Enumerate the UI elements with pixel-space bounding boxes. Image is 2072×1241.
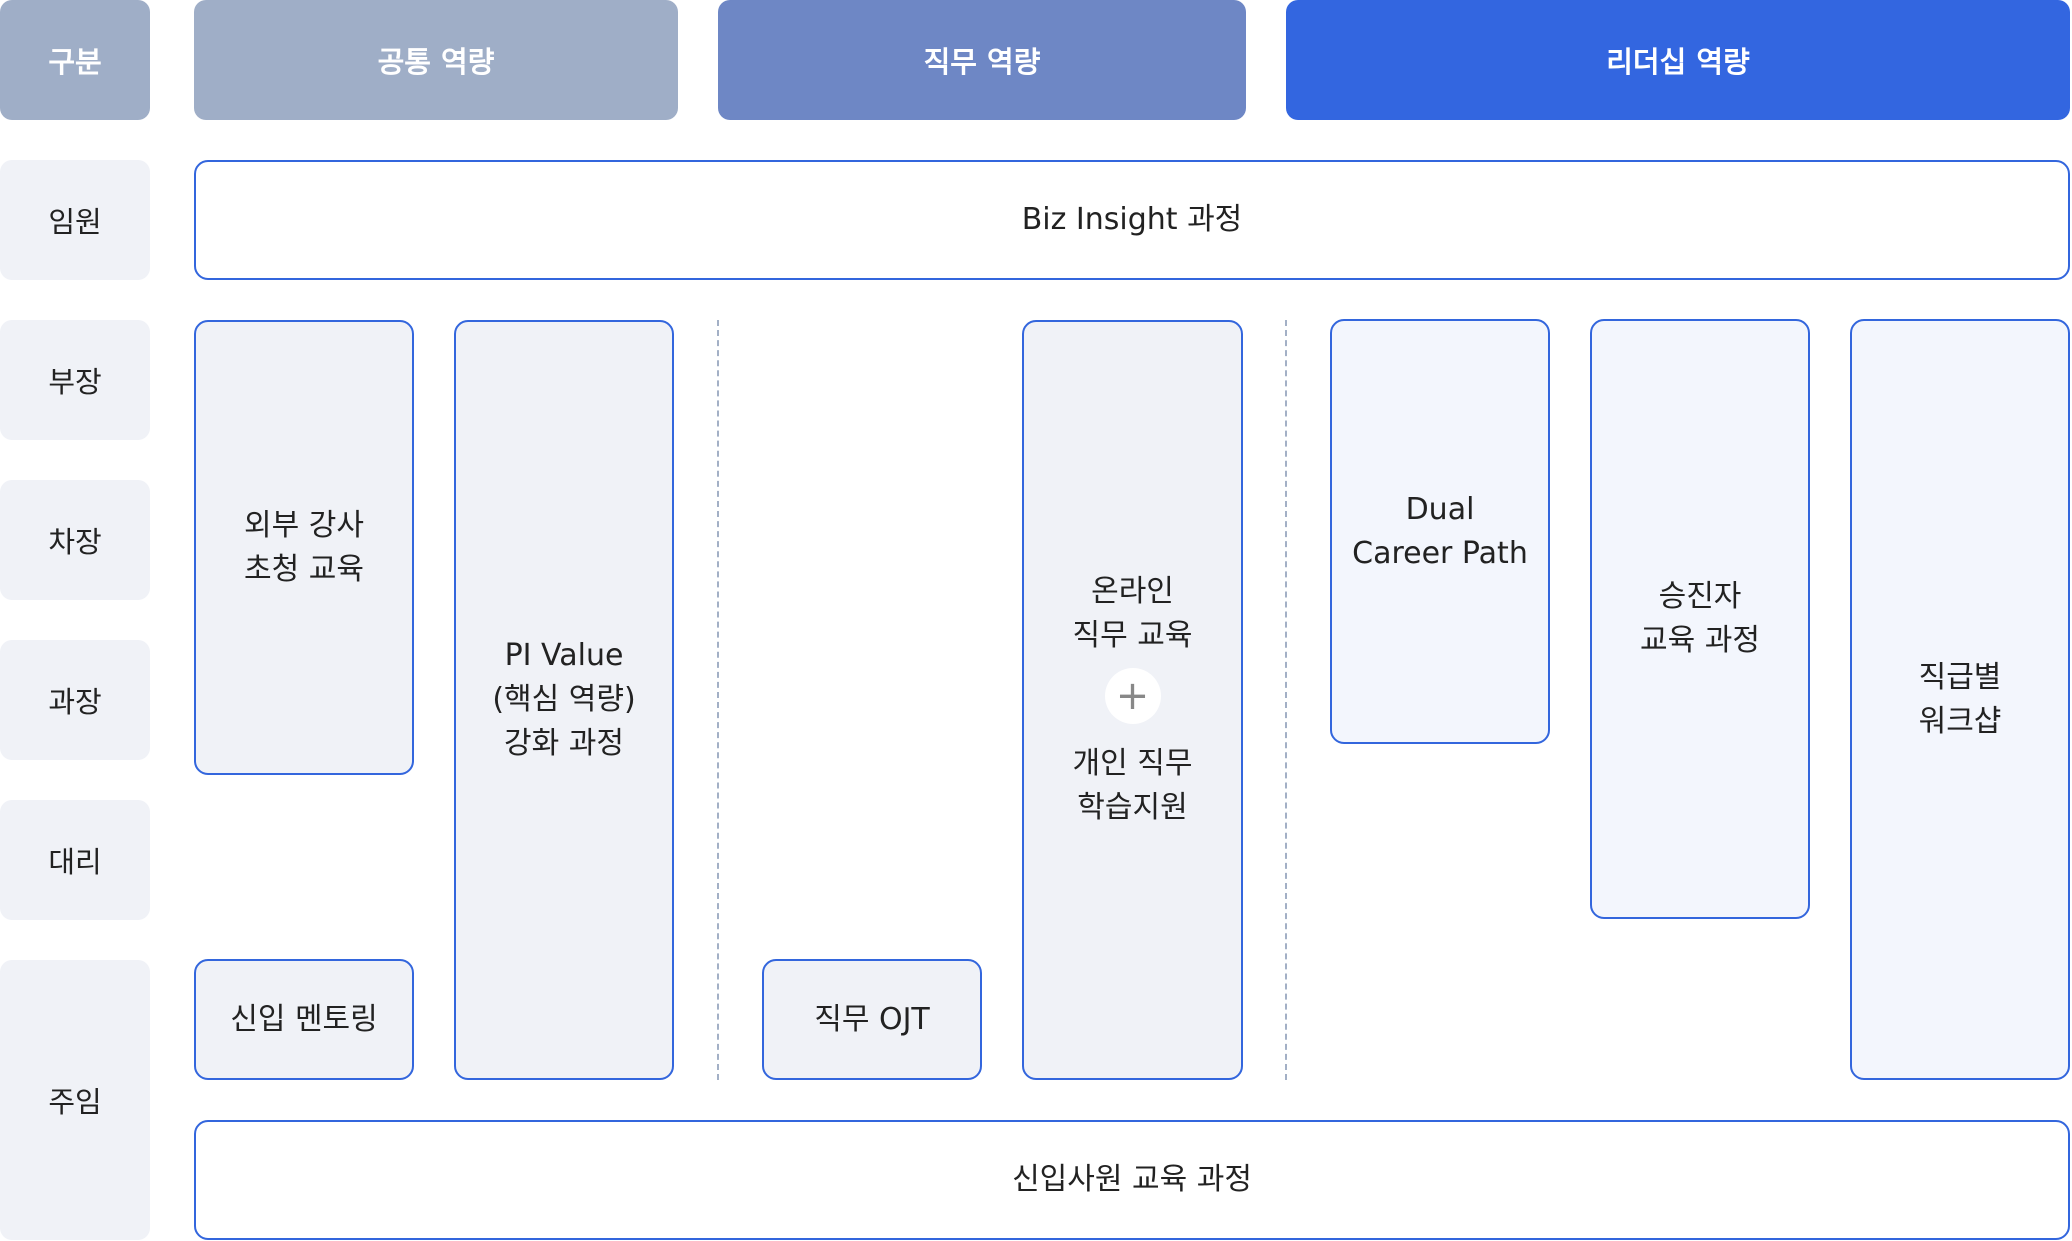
program-label-line2: Career Path xyxy=(1352,535,1528,571)
program-label-line2: 워크샵 xyxy=(1918,703,2002,739)
program-label-line1: 외부 강사 xyxy=(244,507,364,543)
common-header-label: 공통 역량 xyxy=(377,45,495,79)
program-label-line2: 초청 교육 xyxy=(244,551,364,587)
program-job-ojt[interactable]: 직무 OJT xyxy=(762,959,982,1080)
program-label-line1: Dual xyxy=(1405,491,1475,527)
program-biz-insight[interactable]: Biz Insight 과정 xyxy=(194,160,2070,280)
common-competency-header: 공통 역량 xyxy=(194,0,678,120)
row-label-manager: 과장 xyxy=(0,640,150,760)
program-label-line2: 교육 과정 xyxy=(1640,623,1760,658)
row-label-text: 부장 xyxy=(48,365,102,399)
column-divider-common-job xyxy=(717,320,719,1080)
program-label-line2: 직무 교육 xyxy=(1072,618,1193,653)
program-promotion-training[interactable]: 승진자 교육 과정 xyxy=(1590,319,1810,919)
plus-glyph: + xyxy=(1115,673,1150,719)
program-label: 신입 멘토링 xyxy=(230,1001,378,1037)
program-pi-value[interactable]: PI Value (핵심 역량) 강화 과정 xyxy=(454,320,674,1080)
program-new-mentoring[interactable]: 신입 멘토링 xyxy=(194,959,414,1080)
program-label: 직무 OJT xyxy=(814,1001,930,1037)
program-rank-workshop[interactable]: 직급별 워크샵 xyxy=(1850,319,2070,1080)
program-external-lecture[interactable]: 외부 강사 초청 교육 xyxy=(194,320,414,775)
row-label-executive: 임원 xyxy=(0,160,150,280)
column-divider-job-leadership xyxy=(1285,320,1287,1080)
program-label-line1: 승진자 xyxy=(1658,579,1742,614)
row-label-text: 차장 xyxy=(48,525,102,559)
leadership-header-label: 리더십 역량 xyxy=(1606,45,1750,79)
row-label-deputy-manager: 차장 xyxy=(0,480,150,600)
job-competency-header: 직무 역량 xyxy=(718,0,1246,120)
program-online-job-training[interactable]: 온라인 직무 교육 + 개인 직무 학습지원 xyxy=(1022,320,1243,1080)
program-label: Biz Insight 과정 xyxy=(1021,202,1243,237)
program-label: 신입사원 교육 과정 xyxy=(1012,1162,1252,1197)
program-label-line1: PI Value xyxy=(504,638,624,673)
category-header: 구분 xyxy=(0,0,150,120)
job-header-label: 직무 역량 xyxy=(923,45,1041,79)
plus-icon: + xyxy=(1104,668,1161,724)
program-label-line1: 온라인 xyxy=(1091,574,1174,609)
program-label-line3: 강화 과정 xyxy=(504,726,624,761)
row-label-text: 임원 xyxy=(48,205,102,239)
program-label-line3: 개인 직무 xyxy=(1072,746,1193,781)
row-label-text: 주임 xyxy=(48,1085,102,1119)
program-label-line4: 학습지원 xyxy=(1077,790,1188,825)
row-label-assistant-manager: 대리 xyxy=(0,800,150,920)
row-label-text: 과장 xyxy=(48,685,102,719)
program-dual-career-path[interactable]: Dual Career Path xyxy=(1330,319,1550,744)
program-label-line2: (핵심 역량) xyxy=(492,682,636,717)
program-label-line1: 직급별 xyxy=(1918,659,2002,695)
category-header-label: 구분 xyxy=(48,45,102,79)
row-label-general-manager: 부장 xyxy=(0,320,150,440)
row-label-associate: 주임 xyxy=(0,960,150,1240)
program-new-hire-training[interactable]: 신입사원 교육 과정 xyxy=(194,1120,2070,1240)
row-label-text: 대리 xyxy=(48,845,102,879)
leadership-competency-header: 리더십 역량 xyxy=(1286,0,2070,120)
